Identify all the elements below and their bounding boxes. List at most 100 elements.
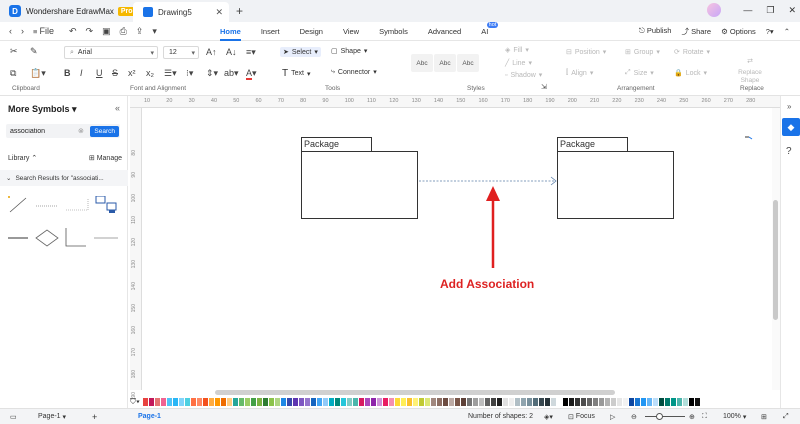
color-swatch[interactable] — [274, 398, 281, 406]
color-swatch[interactable] — [208, 398, 215, 406]
zoom-level[interactable]: 100% ▾ — [723, 413, 746, 421]
page-selector[interactable]: Page-1 ▾ — [38, 413, 66, 421]
format-panel-icon[interactable]: ◆ — [782, 118, 800, 136]
layers-icon[interactable]: ◈▾ — [544, 413, 553, 421]
color-swatch[interactable] — [322, 398, 329, 406]
color-swatch[interactable] — [142, 398, 149, 406]
fit-page-icon[interactable]: ⛶ — [702, 413, 707, 421]
color-swatch[interactable] — [388, 398, 395, 406]
color-swatch[interactable] — [148, 398, 155, 406]
color-swatch[interactable] — [514, 398, 521, 406]
color-swatch[interactable] — [394, 398, 401, 406]
color-swatch[interactable] — [634, 398, 641, 406]
color-swatch[interactable] — [334, 398, 341, 406]
color-swatch[interactable] — [160, 398, 167, 406]
color-swatch[interactable] — [340, 398, 347, 406]
focus-button[interactable]: ⊡ Focus — [568, 413, 595, 421]
color-swatch[interactable] — [244, 398, 251, 406]
color-swatch[interactable] — [328, 398, 335, 406]
page-tab[interactable]: Page-1 — [138, 413, 161, 420]
association-connector[interactable] — [419, 176, 557, 186]
color-swatch[interactable] — [670, 398, 677, 406]
color-swatch[interactable] — [358, 398, 365, 406]
color-swatch[interactable] — [628, 398, 635, 406]
color-swatch[interactable] — [658, 398, 665, 406]
color-swatch[interactable] — [550, 398, 557, 406]
color-swatch[interactable] — [364, 398, 371, 406]
expand-panel-icon[interactable]: » — [787, 102, 791, 111]
fullscreen-icon[interactable]: ⤢ — [783, 413, 789, 421]
color-swatch[interactable] — [460, 398, 467, 406]
color-swatch[interactable] — [418, 398, 425, 406]
color-swatch[interactable] — [442, 398, 449, 406]
color-swatch[interactable] — [214, 398, 221, 406]
color-swatch[interactable] — [616, 398, 623, 406]
color-swatch[interactable] — [694, 398, 701, 406]
color-swatch[interactable] — [610, 398, 617, 406]
zoom-slider-handle[interactable] — [656, 413, 663, 420]
color-swatch[interactable] — [376, 398, 383, 406]
color-swatch[interactable] — [580, 398, 587, 406]
color-swatch[interactable] — [448, 398, 455, 406]
color-swatch[interactable] — [508, 398, 515, 406]
color-swatch[interactable] — [664, 398, 671, 406]
fill-bucket-icon[interactable]: ⛉▾ — [130, 397, 140, 407]
color-swatch[interactable] — [520, 398, 527, 406]
horizontal-scroll-thumb[interactable] — [215, 390, 615, 395]
color-swatch[interactable] — [478, 398, 485, 406]
color-swatch[interactable] — [400, 398, 407, 406]
page-panel-icon[interactable]: ▭ — [10, 413, 17, 421]
color-swatch[interactable] — [538, 398, 545, 406]
color-swatch[interactable] — [286, 398, 293, 406]
color-swatch[interactable] — [412, 398, 419, 406]
color-swatch[interactable] — [280, 398, 287, 406]
color-swatch[interactable] — [496, 398, 503, 406]
color-swatch[interactable] — [154, 398, 161, 406]
color-swatch[interactable] — [406, 398, 413, 406]
color-swatch[interactable] — [688, 398, 695, 406]
color-swatch[interactable] — [652, 398, 659, 406]
color-swatch[interactable] — [526, 398, 533, 406]
color-swatch[interactable] — [190, 398, 197, 406]
color-swatch[interactable] — [268, 398, 275, 406]
color-swatch[interactable] — [586, 398, 593, 406]
zoom-out-icon[interactable]: ⊖ — [631, 413, 637, 421]
color-swatch[interactable] — [178, 398, 185, 406]
color-swatch[interactable] — [196, 398, 203, 406]
color-swatch[interactable] — [604, 398, 611, 406]
color-swatch[interactable] — [622, 398, 629, 406]
color-swatch[interactable] — [682, 398, 689, 406]
color-swatch[interactable] — [592, 398, 599, 406]
color-swatch[interactable] — [532, 398, 539, 406]
zoom-in-icon[interactable]: ⊕ — [689, 413, 695, 421]
zoom-slider[interactable] — [645, 416, 685, 417]
color-swatch[interactable] — [382, 398, 389, 406]
color-swatch[interactable] — [298, 398, 305, 406]
color-swatch[interactable] — [472, 398, 479, 406]
color-swatch[interactable] — [370, 398, 377, 406]
color-swatch[interactable] — [256, 398, 263, 406]
color-swatch[interactable] — [166, 398, 173, 406]
color-swatch[interactable] — [490, 398, 497, 406]
vertical-scroll-thumb[interactable] — [773, 200, 778, 320]
fit-width-icon[interactable]: ⊞ — [761, 413, 767, 421]
color-swatch[interactable] — [436, 398, 443, 406]
color-swatch[interactable] — [292, 398, 299, 406]
color-swatch[interactable] — [220, 398, 227, 406]
color-swatch[interactable] — [304, 398, 311, 406]
color-swatch[interactable] — [346, 398, 353, 406]
color-swatch[interactable] — [556, 398, 563, 406]
color-swatch[interactable] — [568, 398, 575, 406]
color-swatch[interactable] — [238, 398, 245, 406]
color-swatch[interactable] — [232, 398, 239, 406]
color-swatch[interactable] — [640, 398, 647, 406]
color-swatch[interactable] — [316, 398, 323, 406]
color-swatch[interactable] — [226, 398, 233, 406]
color-swatch[interactable] — [646, 398, 653, 406]
color-swatch[interactable] — [484, 398, 491, 406]
add-page-button[interactable]: + — [92, 412, 97, 422]
color-swatch[interactable] — [562, 398, 569, 406]
color-swatch[interactable] — [250, 398, 257, 406]
color-swatch[interactable] — [454, 398, 461, 406]
color-swatch[interactable] — [352, 398, 359, 406]
